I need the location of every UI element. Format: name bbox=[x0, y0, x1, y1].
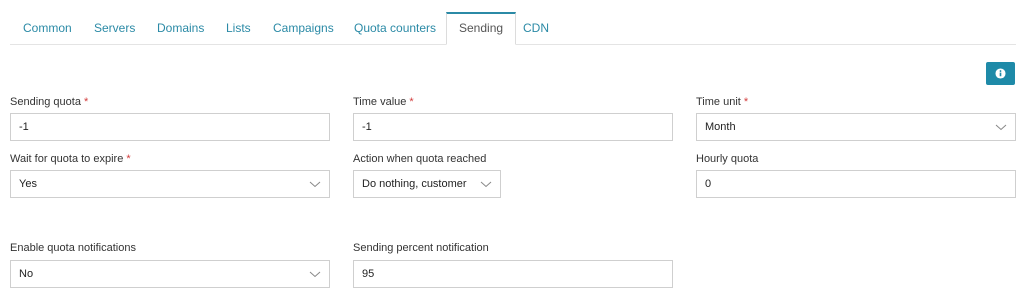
time-unit-value: Month bbox=[705, 121, 736, 133]
info-icon bbox=[995, 68, 1006, 79]
percent-notification-label: Sending percent notification bbox=[353, 242, 489, 254]
required-mark: * bbox=[126, 153, 131, 165]
time-unit-select[interactable]: Month bbox=[696, 113, 1016, 141]
chevron-down-icon bbox=[480, 181, 492, 188]
hourly-quota-input[interactable]: 0 bbox=[696, 170, 1016, 198]
required-mark: * bbox=[409, 96, 414, 108]
required-mark: * bbox=[743, 96, 749, 108]
tab-cdn[interactable]: CDN bbox=[523, 13, 549, 44]
required-mark: * bbox=[83, 96, 89, 108]
sending-quota-input[interactable]: -1 bbox=[10, 113, 330, 141]
chevron-down-icon bbox=[309, 181, 321, 188]
percent-notification-input[interactable]: 95 bbox=[353, 260, 673, 288]
chevron-down-icon bbox=[309, 271, 321, 278]
sending-quota-label: Sending quota * bbox=[10, 96, 89, 108]
wait-for-quota-value: Yes bbox=[19, 178, 37, 190]
tab-domains[interactable]: Domains bbox=[157, 13, 204, 44]
enable-notifications-label: Enable quota notifications bbox=[10, 242, 136, 254]
tab-bar: Common Servers Domains Lists Campaigns Q… bbox=[10, 12, 1016, 45]
time-value-input[interactable]: -1 bbox=[353, 113, 673, 141]
chevron-down-icon bbox=[995, 124, 1007, 131]
enable-notifications-value: No bbox=[19, 268, 34, 280]
time-value-label: Time value * bbox=[353, 96, 414, 108]
tab-common[interactable]: Common bbox=[23, 13, 72, 44]
action-when-reached-label: Action when quota reached bbox=[353, 153, 487, 165]
tab-quota-counters[interactable]: Quota counters bbox=[354, 13, 436, 44]
tab-lists[interactable]: Lists bbox=[226, 13, 251, 44]
info-button[interactable] bbox=[986, 62, 1015, 85]
action-when-reached-select[interactable]: Do nothing, customer bbox=[353, 170, 501, 198]
action-when-reached-value: Do nothing, customer bbox=[362, 178, 467, 190]
enable-notifications-select[interactable]: No bbox=[10, 260, 330, 288]
hourly-quota-label: Hourly quota bbox=[696, 153, 759, 165]
tab-sending[interactable]: Sending bbox=[446, 12, 517, 45]
wait-for-quota-select[interactable]: Yes bbox=[10, 170, 330, 198]
tab-servers[interactable]: Servers bbox=[94, 13, 135, 44]
time-unit-label: Time unit * bbox=[696, 96, 749, 108]
wait-for-quota-label: Wait for quota to expire * bbox=[10, 153, 131, 165]
tab-campaigns[interactable]: Campaigns bbox=[273, 13, 334, 44]
